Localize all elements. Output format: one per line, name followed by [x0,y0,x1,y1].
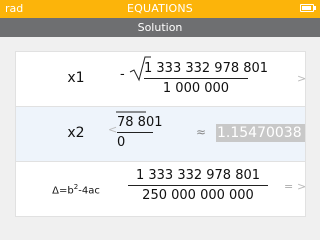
scroll-left-icon[interactable]: < [108,123,117,136]
sqrt-overline [116,111,146,113]
delta-label-rest: -4ac [78,185,100,197]
x1-numerator: 1 333 332 978 801 [144,61,269,76]
delta-label: Δ=b [52,185,74,197]
app-title: EQUATIONS [127,2,193,15]
solution-row-x1[interactable]: x1 - 1 333 332 978 801 1 000 000 > [16,52,306,106]
discriminant-fraction: 1 333 332 978 801 250 000 000 000 [128,168,268,203]
solution-row-x2[interactable]: x2 < 78 801 0 ≈ 1.15470038 [16,107,305,161]
fraction-bar [128,185,268,186]
fraction-bar [144,78,248,79]
x2-denominator: 0 [117,135,126,150]
scroll-right-icon[interactable]: > [297,72,306,85]
minus-sign: - [120,67,125,82]
x1-fraction: 1 333 332 978 801 1 000 000 [144,61,269,96]
x2-fraction: 78 801 0 [117,115,163,150]
fraction-bar [117,132,153,133]
row-label-x2: x2 [67,125,85,141]
row-label-discriminant: Δ=b2-4ac [36,183,116,196]
discriminant-numerator: 1 333 332 978 801 [135,168,261,183]
x2-approx-value[interactable]: 1.15470038 [216,124,305,142]
battery-icon [300,4,316,12]
discriminant-denominator: 250 000 000 000 [142,188,254,203]
x2-numerator: 78 801 [117,115,163,130]
approx-symbol: ≈ [196,125,207,139]
equals-sign: = [284,180,294,193]
row-label-x1: x1 [67,70,85,86]
scroll-right-icon[interactable]: > [297,180,306,193]
x1-denominator: 1 000 000 [162,81,230,96]
page-title: Solution [137,21,183,34]
solution-row-discriminant[interactable]: Δ=b2-4ac 1 333 332 978 801 250 000 000 0… [16,162,306,216]
solution-header: Solution [0,18,320,37]
status-bar: rad EQUATIONS [0,0,320,18]
solutions-table: x1 - 1 333 332 978 801 1 000 000 > x2 < … [15,51,306,217]
